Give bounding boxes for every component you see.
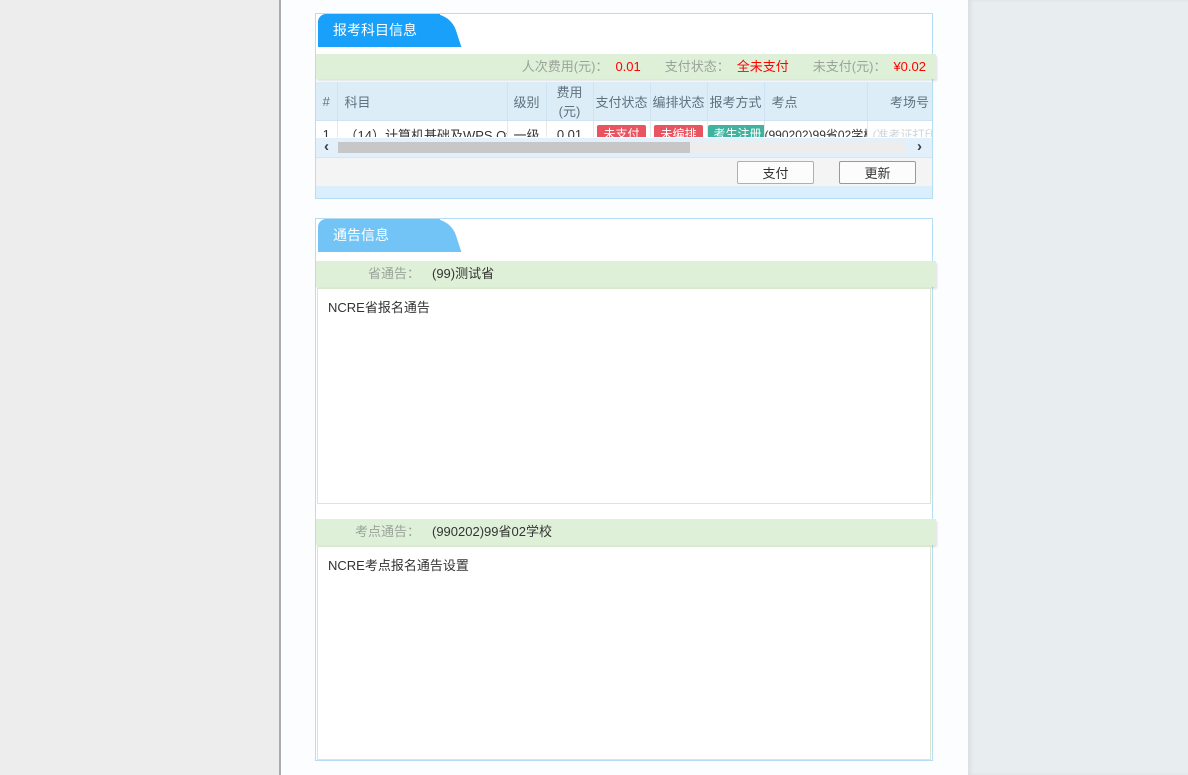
pay-status-badge: 未支付 xyxy=(597,125,645,137)
site-notice-content: NCRE考点报名通告设置 xyxy=(317,546,931,760)
update-button[interactable]: 更新 xyxy=(839,161,916,184)
site-notice-value: (990202)99省02学校 xyxy=(432,524,552,539)
cell-arrange-status: 未编排 xyxy=(650,121,707,138)
exam-subjects-tab: 报考科目信息 xyxy=(318,14,440,47)
scroll-left-icon[interactable]: ‹ xyxy=(324,138,329,157)
scrollbar-track[interactable] xyxy=(338,142,906,153)
notice-panel: 通告信息 省通告： (99)测试省 NCRE省报名通告 考点通告： (990202)… xyxy=(315,218,933,761)
scrollbar-thumb[interactable] xyxy=(338,142,690,153)
subjects-table-wrapper: # 科目 级别 费用(元) 支付状态 编排状态 报考方式 考点 考场号 1 （1… xyxy=(316,82,932,137)
notice-tab: 通告信息 xyxy=(318,219,440,252)
province-notice-bar: 省通告： (99)测试省 xyxy=(316,261,936,287)
col-room: 考场号 xyxy=(867,82,932,121)
button-bar: 支付 更新 xyxy=(316,157,932,186)
col-site: 考点 xyxy=(764,82,867,121)
site-notice-bar: 考点通告： (990202)99省02学校 xyxy=(316,519,936,545)
horizontal-scrollbar[interactable]: ‹ › xyxy=(316,138,932,157)
province-notice-value: (99)测试省 xyxy=(432,266,494,281)
fee-value: 0.01 xyxy=(615,59,640,74)
exam-subjects-tab-label: 报考科目信息 xyxy=(333,22,417,38)
site-notice-text: NCRE考点报名通告设置 xyxy=(328,558,469,573)
exam-subjects-panel: 报考科目信息 人次费用(元)： 0.01 支付状态： 全未支付 未支付(元)： ¥0.02… xyxy=(315,13,933,199)
col-fee: 费用(元) xyxy=(546,82,593,121)
pay-status-value: 全未支付 xyxy=(737,59,789,74)
cell-fee: 0.01 xyxy=(546,121,593,138)
pay-status-label: 支付状态： xyxy=(665,59,730,74)
notice-tab-label: 通告信息 xyxy=(333,227,389,243)
cell-room: (准考证打印时 xyxy=(867,121,932,138)
unpaid-value: ¥0.02 xyxy=(893,59,926,74)
right-background xyxy=(968,0,1188,775)
fee-summary-bar: 人次费用(元)： 0.01 支付状态： 全未支付 未支付(元)： ¥0.02 xyxy=(316,54,936,79)
unpaid-label: 未支付(元)： xyxy=(813,59,887,74)
cell-subject: （14）计算机基础及WPS Office应用 xyxy=(337,121,507,138)
cell-register-mode: 考生注册 xyxy=(707,121,764,138)
cell-site: (990202)99省02学校 xyxy=(764,121,867,138)
cell-pay-status: 未支付 xyxy=(593,121,650,138)
col-index: # xyxy=(316,82,337,121)
col-pay-status: 支付状态 xyxy=(593,82,650,121)
col-subject: 科目 xyxy=(337,82,507,121)
col-register-mode: 报考方式 xyxy=(707,82,764,121)
arrange-status-badge: 未编排 xyxy=(654,125,702,137)
province-notice-text: NCRE省报名通告 xyxy=(328,300,430,315)
cell-index: 1 xyxy=(316,121,337,138)
col-level: 级别 xyxy=(507,82,546,121)
subjects-table: # 科目 级别 费用(元) 支付状态 编排状态 报考方式 考点 考场号 1 （1… xyxy=(316,82,932,137)
table-header-row: # 科目 级别 费用(元) 支付状态 编排状态 报考方式 考点 考场号 xyxy=(316,82,932,121)
pay-button[interactable]: 支付 xyxy=(737,161,814,184)
site-notice-label: 考点通告： xyxy=(316,519,420,545)
province-notice-label: 省通告： xyxy=(316,261,420,287)
table-row: 1 （14）计算机基础及WPS Office应用 一级 0.01 未支付 未编排… xyxy=(316,121,932,138)
register-mode-badge: 考生注册 xyxy=(708,125,765,137)
scroll-right-icon[interactable]: › xyxy=(917,138,922,157)
province-notice-content: NCRE省报名通告 xyxy=(317,288,931,504)
cell-level: 一级 xyxy=(507,121,546,138)
panel-bottom-strip xyxy=(316,186,932,198)
col-arrange-status: 编排状态 xyxy=(650,82,707,121)
fee-label: 人次费用(元)： xyxy=(522,59,609,74)
